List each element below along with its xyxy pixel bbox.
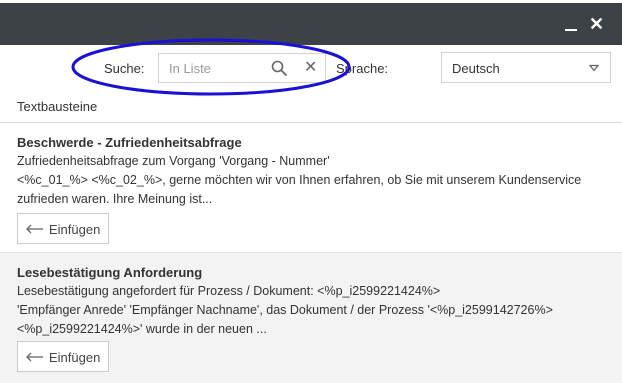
search-field[interactable]: ✕ bbox=[158, 53, 326, 83]
language-selected-value: Deutsch bbox=[452, 61, 500, 76]
insert-arrow-icon bbox=[26, 224, 43, 234]
search-label: Suche: bbox=[104, 61, 145, 76]
item-description-line: Lesebestätigung angefordert für Prozess … bbox=[17, 284, 441, 298]
minimize-icon bbox=[565, 29, 577, 31]
search-icon[interactable] bbox=[271, 60, 287, 76]
text-block-item[interactable]: Beschwerde - Zufriedenheitsabfrage Zufri… bbox=[0, 123, 622, 251]
clear-icon[interactable]: ✕ bbox=[304, 59, 317, 77]
item-title: Beschwerde - Zufriedenheitsabfrage bbox=[17, 135, 242, 150]
insert-button-label: Einfügen bbox=[49, 350, 101, 365]
section-title: Textbausteine bbox=[17, 99, 98, 114]
chevron-down-icon bbox=[589, 64, 599, 72]
minimize-button[interactable] bbox=[565, 14, 577, 31]
text-block-item[interactable]: Lesebestätigung Anforderung Lesebestätig… bbox=[0, 252, 622, 383]
title-bar: ✕ bbox=[0, 0, 622, 45]
insert-button-label: Einfügen bbox=[49, 222, 101, 237]
search-input[interactable] bbox=[159, 54, 273, 82]
item-title: Lesebestätigung Anforderung bbox=[17, 265, 203, 280]
language-label: Sprache: bbox=[336, 61, 389, 76]
insert-button[interactable]: Einfügen bbox=[17, 341, 109, 372]
item-description-preview: <%c_01_%> <%c_02_%>, gerne möchten wir v… bbox=[17, 173, 582, 206]
insert-arrow-icon bbox=[26, 352, 43, 362]
item-description-line: Zufriedenheitsabfrage zum Vorgang 'Vorga… bbox=[17, 154, 330, 168]
language-select[interactable]: Deutsch bbox=[441, 52, 611, 83]
close-icon: ✕ bbox=[589, 14, 605, 34]
item-description-preview: 'Empfänger Anrede' 'Empfänger Nachname',… bbox=[17, 303, 553, 336]
insert-button[interactable]: Einfügen bbox=[17, 213, 109, 244]
close-button[interactable]: ✕ bbox=[589, 14, 604, 34]
